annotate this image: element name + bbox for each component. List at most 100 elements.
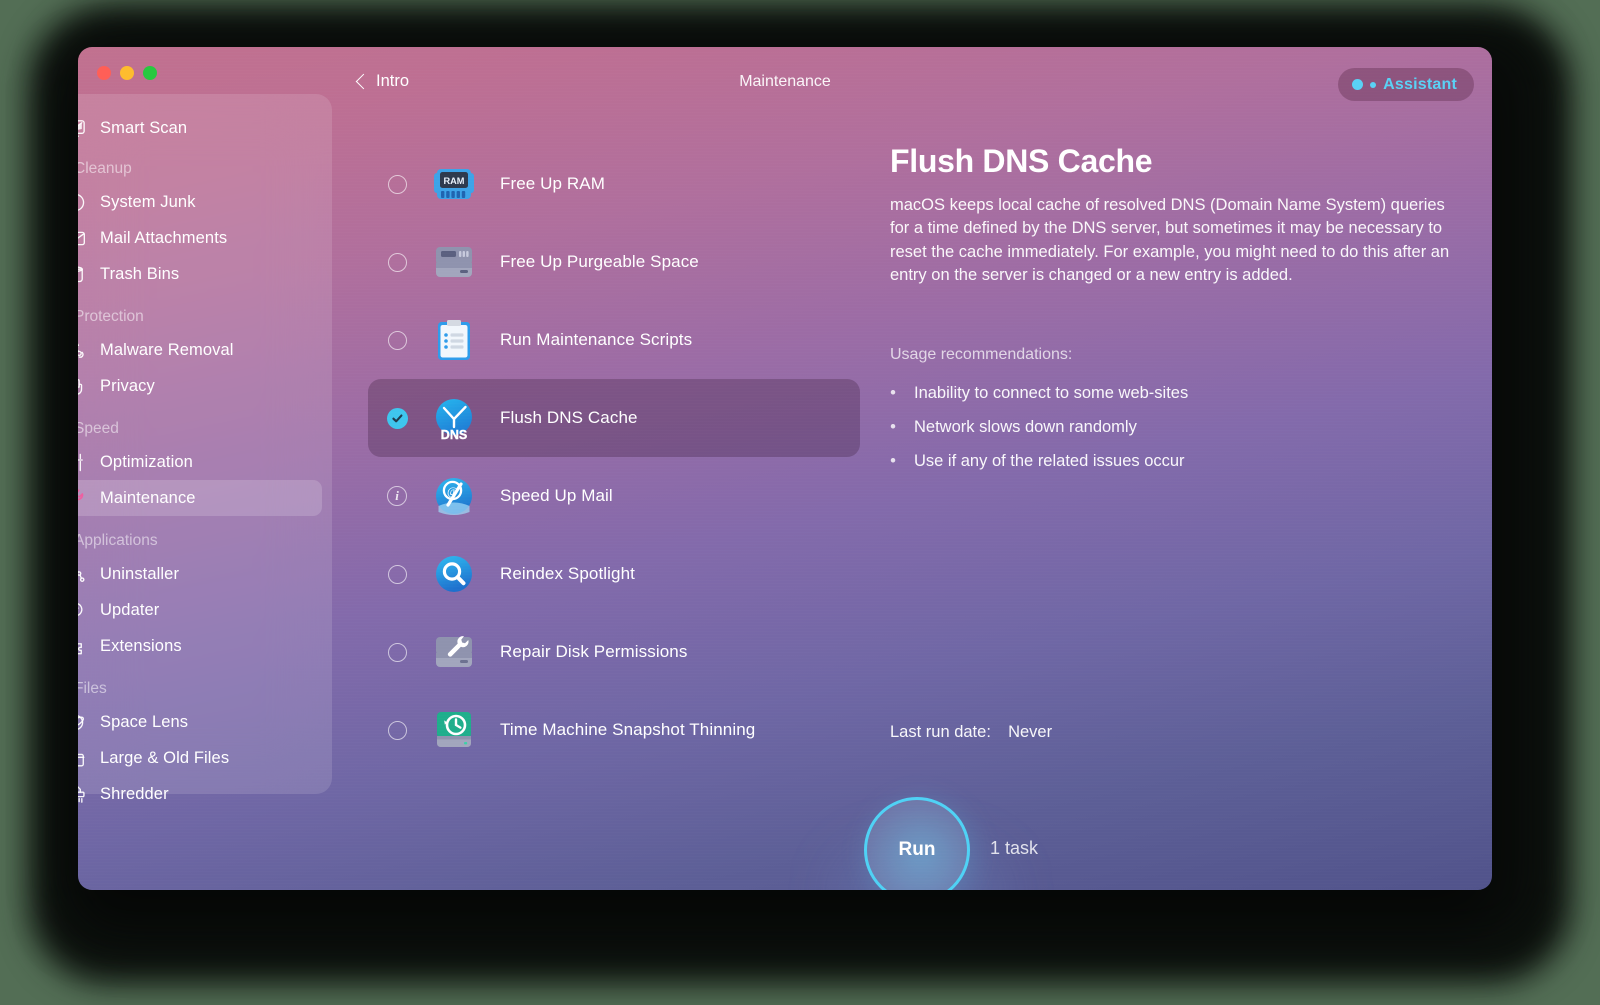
- task-row[interactable]: Reindex Spotlight: [368, 535, 860, 613]
- space-lens-icon: [78, 711, 87, 734]
- sidebar-group-speed: Speed: [78, 420, 119, 437]
- sidebar-item-malware-removal[interactable]: Malware Removal: [78, 332, 322, 368]
- folder-icon: [78, 747, 87, 770]
- task-row[interactable]: Free Up Purgeable Space: [368, 223, 860, 301]
- task-checkbox-unchecked[interactable]: [382, 564, 412, 584]
- close-button[interactable]: [97, 66, 111, 80]
- task-checkbox-checked[interactable]: [382, 407, 412, 429]
- task-row[interactable]: DNS Flush DNS Cache: [368, 379, 860, 457]
- chevron-left-icon: [356, 73, 367, 91]
- task-label: Speed Up Mail: [500, 486, 613, 505]
- usage-item-text: Inability to connect to some web-sites: [914, 383, 1189, 402]
- usage-recommendations-list: • Inability to connect to some web-sites •…: [890, 384, 1470, 471]
- hand-icon: [78, 375, 87, 398]
- task-checkbox-unchecked[interactable]: [382, 174, 412, 194]
- sidebar-group-cleanup: Cleanup: [78, 160, 132, 177]
- checkbox-icon[interactable]: [387, 252, 407, 272]
- sidebar-item-label: Mail Attachments: [100, 228, 228, 247]
- sidebar-item-updater[interactable]: Updater: [78, 592, 322, 628]
- ram-chip-icon: RAM: [430, 160, 478, 208]
- task-row[interactable]: i @ Speed Up Mail: [368, 457, 860, 535]
- window-controls[interactable]: [97, 66, 157, 80]
- back-button[interactable]: Intro: [356, 72, 409, 91]
- sliders-icon: [78, 451, 87, 474]
- page-title: Flush DNS Cache: [890, 143, 1153, 179]
- biohazard-icon: [78, 339, 87, 362]
- sidebar-group-applications: Applications: [78, 532, 158, 549]
- minimize-button[interactable]: [120, 66, 134, 80]
- sidebar-item-smart-scan[interactable]: Smart Scan: [78, 110, 322, 146]
- sidebar-item-trash-bins[interactable]: Trash Bins: [78, 256, 322, 292]
- sidebar-item-label: Maintenance: [100, 488, 196, 507]
- sidebar-item-uninstaller[interactable]: Uninstaller: [78, 556, 322, 592]
- info-icon[interactable]: i: [387, 486, 407, 506]
- sidebar-item-shredder[interactable]: Shredder: [78, 776, 322, 812]
- assistant-button-label: Assistant: [1383, 75, 1457, 93]
- checkbox-icon[interactable]: [387, 330, 407, 350]
- mail-speed-icon: @: [430, 472, 478, 520]
- wrench-icon: [78, 487, 87, 510]
- task-label: Free Up RAM: [500, 174, 606, 193]
- assistant-dot-small-icon: [1370, 81, 1377, 88]
- checkbox-icon[interactable]: [387, 720, 407, 740]
- task-checkbox-unchecked[interactable]: [382, 252, 412, 272]
- sidebar-item-label: Uninstaller: [100, 564, 180, 583]
- sidebar-item-label: Smart Scan: [100, 118, 188, 137]
- update-arrow-icon: [78, 599, 87, 622]
- app-window: Intro Maintenance Assistant Smart Scan Cl…: [78, 47, 1492, 890]
- checkbox-icon[interactable]: [387, 564, 407, 584]
- zoom-button[interactable]: [143, 66, 157, 80]
- sidebar-item-mail-attachments[interactable]: Mail Attachments: [78, 220, 322, 256]
- sidebar-item-space-lens[interactable]: Space Lens: [78, 704, 322, 740]
- sidebar-item-label: Optimization: [100, 452, 193, 471]
- usage-item: • Use if any of the related issues occur: [890, 452, 1470, 471]
- check-icon[interactable]: [386, 407, 408, 429]
- task-info-badge[interactable]: i: [382, 486, 412, 506]
- task-row[interactable]: RAM Free Up RAM: [368, 145, 860, 223]
- task-checkbox-unchecked[interactable]: [382, 720, 412, 740]
- usage-item-text: Network slows down randomly: [914, 417, 1137, 436]
- bullet-icon: •: [890, 451, 896, 470]
- sidebar-item-label: Large & Old Files: [100, 748, 230, 767]
- sidebar: Smart Scan Cleanup System Junk Mail Attachm…: [78, 94, 332, 803]
- puzzle-icon: [78, 635, 87, 658]
- sidebar-item-label: System Junk: [100, 192, 196, 211]
- sidebar-item-label: Extensions: [100, 636, 182, 655]
- task-checkbox-unchecked[interactable]: [382, 330, 412, 350]
- smart-scan-icon: [78, 117, 87, 140]
- sidebar-item-maintenance[interactable]: Maintenance: [78, 480, 322, 516]
- sidebar-item-large-old-files[interactable]: Large & Old Files: [78, 740, 322, 776]
- apps-grid-icon: [78, 563, 87, 586]
- hard-drive-icon: [430, 238, 478, 286]
- sidebar-item-label: Trash Bins: [100, 264, 180, 283]
- checkbox-icon[interactable]: [387, 642, 407, 662]
- clipboard-icon: [430, 316, 478, 364]
- assistant-button[interactable]: Assistant: [1338, 68, 1474, 101]
- usage-recommendations-heading: Usage recommendations:: [890, 345, 1073, 363]
- last-run-date: Last run date: Never: [890, 723, 1052, 742]
- svg-text:DNS: DNS: [441, 428, 467, 442]
- usage-item: • Network slows down randomly: [890, 418, 1470, 437]
- dns-clock-icon: DNS: [430, 394, 478, 442]
- sidebar-item-label: Malware Removal: [100, 340, 234, 359]
- sidebar-item-label: Shredder: [100, 784, 169, 803]
- task-row[interactable]: Run Maintenance Scripts: [368, 301, 860, 379]
- detail-description: macOS keeps local cache of resolved DNS …: [890, 196, 1450, 285]
- disk-wrench-icon: [430, 628, 478, 676]
- sidebar-item-extensions[interactable]: Extensions: [78, 628, 322, 664]
- sidebar-group-protection: Protection: [78, 308, 144, 325]
- task-label: Flush DNS Cache: [500, 408, 638, 427]
- task-row[interactable]: Repair Disk Permissions: [368, 613, 860, 691]
- task-checkbox-unchecked[interactable]: [382, 642, 412, 662]
- task-label: Free Up Purgeable Space: [500, 252, 699, 271]
- sidebar-item-optimization[interactable]: Optimization: [78, 444, 322, 480]
- system-junk-icon: [78, 191, 87, 214]
- sidebar-group-files: Files: [78, 680, 107, 697]
- bullet-icon: •: [890, 417, 896, 436]
- sidebar-item-label: Privacy: [100, 376, 155, 395]
- task-row[interactable]: Time Machine Snapshot Thinning: [368, 691, 860, 769]
- checkbox-icon[interactable]: [387, 174, 407, 194]
- sidebar-item-system-junk[interactable]: System Junk: [78, 184, 322, 220]
- task-label: Run Maintenance Scripts: [500, 330, 693, 349]
- sidebar-item-privacy[interactable]: Privacy: [78, 368, 322, 404]
